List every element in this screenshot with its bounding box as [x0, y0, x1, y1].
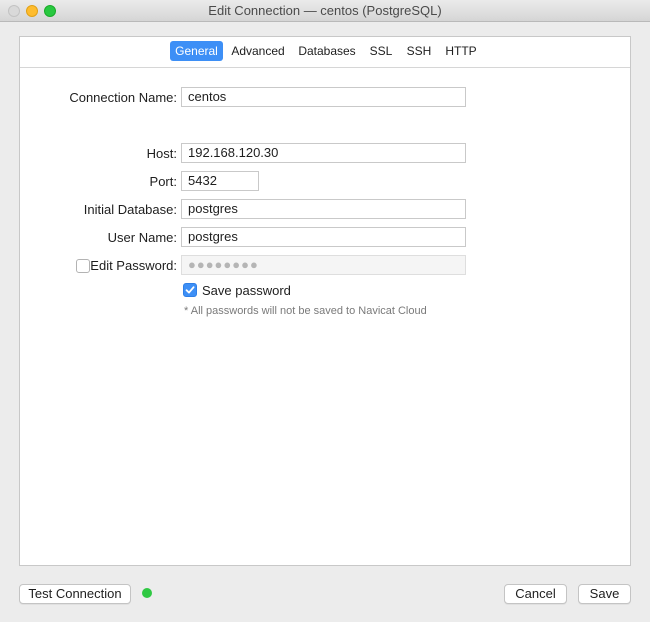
- save-password-checkbox[interactable]: [183, 283, 197, 297]
- port-input[interactable]: 5432: [181, 171, 259, 191]
- connection-status-dot: [142, 588, 152, 598]
- initial-database-input[interactable]: postgres: [181, 199, 466, 219]
- window-title: Edit Connection — centos (PostgreSQL): [208, 3, 442, 18]
- tab-general[interactable]: General: [170, 41, 223, 61]
- tab-http[interactable]: HTTP: [442, 41, 480, 61]
- checkmark-icon: [185, 286, 195, 294]
- password-input[interactable]: ●●●●●●●●: [181, 255, 466, 275]
- tab-bar: General Advanced Databases SSL SSH HTTP: [20, 37, 630, 68]
- tab-databases[interactable]: Databases: [296, 41, 358, 61]
- edit-password-label: Edit Password:: [90, 258, 177, 273]
- password-note: * All passwords will not be saved to Nav…: [184, 305, 427, 317]
- test-connection-button[interactable]: Test Connection: [19, 584, 131, 604]
- cancel-button[interactable]: Cancel: [504, 584, 567, 604]
- initial-database-label: Initial Database:: [83, 202, 177, 217]
- title-bar[interactable]: Edit Connection — centos (PostgreSQL): [0, 0, 650, 22]
- save-password-label: Save password: [202, 283, 291, 298]
- port-label: Port:: [149, 174, 177, 189]
- tab-ssh[interactable]: SSH: [403, 41, 435, 61]
- tab-ssl[interactable]: SSL: [365, 41, 397, 61]
- user-name-label: User Name:: [107, 230, 177, 245]
- save-button[interactable]: Save: [578, 584, 631, 604]
- connection-settings-panel: General Advanced Databases SSL SSH HTTP …: [19, 36, 631, 566]
- host-label: Host:: [146, 146, 177, 161]
- host-input[interactable]: 192.168.120.30: [181, 143, 466, 163]
- user-name-input[interactable]: postgres: [181, 227, 466, 247]
- tab-advanced[interactable]: Advanced: [228, 41, 288, 61]
- connection-name-label: Connection Name:: [69, 90, 177, 105]
- connection-name-input[interactable]: centos: [181, 87, 466, 107]
